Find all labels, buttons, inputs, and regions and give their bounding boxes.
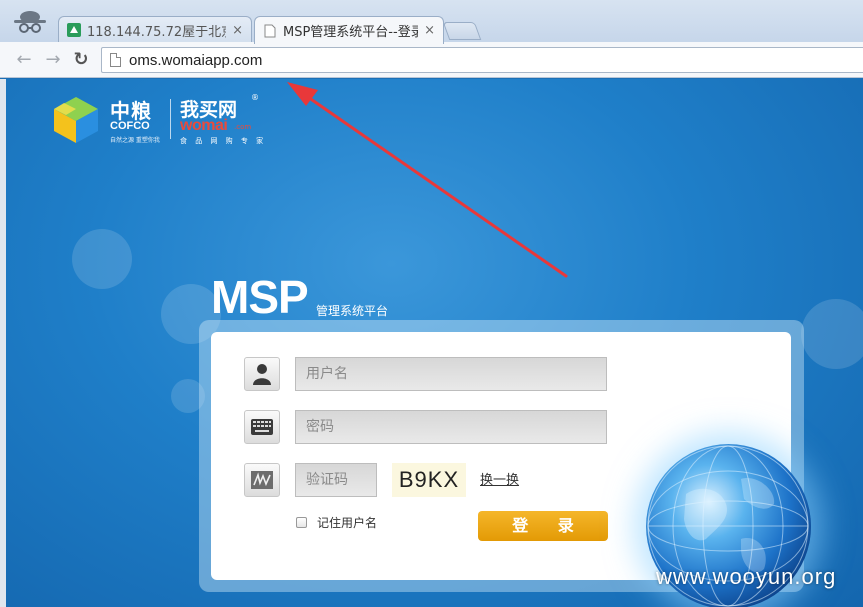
womai-english-name: womai (180, 117, 228, 134)
reload-icon[interactable]: ↻ (71, 50, 91, 70)
tab-strip: 118.144.75.72屋于北京市 × MSP管理系统平台--登录 × (0, 0, 863, 44)
decor-bubble (801, 299, 863, 369)
page-title: MSP (211, 271, 309, 323)
cofco-cube-icon (54, 97, 98, 143)
user-icon (244, 357, 280, 391)
captcha-image[interactable]: B9KX (392, 463, 466, 497)
site-favicon-icon (67, 23, 81, 37)
captcha-input[interactable] (295, 463, 377, 497)
registered-mark: ® (251, 93, 259, 102)
tab-close-icon[interactable]: × (232, 23, 243, 38)
username-input[interactable] (295, 357, 607, 391)
decor-bubble (72, 229, 132, 289)
womai-slogan: 食 品 网 购 专 家 (180, 137, 267, 145)
password-input[interactable] (295, 410, 607, 444)
tab-ip-lookup[interactable]: 118.144.75.72屋于北京市 × (58, 16, 252, 43)
keyboard-icon (244, 410, 280, 444)
tab-title: MSP管理系统平台--登录 (283, 25, 419, 40)
cofco-slogan: 自然之源 重塑你我 (110, 137, 160, 144)
remember-checkbox[interactable] (296, 517, 307, 528)
brand-logo: 中粮 COFCO 自然之源 重塑你我 我买网 ® womai .com 食 品 … (50, 93, 280, 148)
page-content: 中粮 COFCO 自然之源 重塑你我 我买网 ® womai .com 食 品 … (6, 79, 863, 607)
new-tab-button[interactable] (442, 22, 482, 40)
address-bar[interactable]: oms.womaiapp.com (101, 47, 863, 73)
page-subtitle: 管理系统平台 (316, 304, 389, 318)
forward-icon[interactable]: → (43, 50, 63, 70)
back-icon[interactable]: ← (14, 50, 34, 70)
logo-divider (170, 99, 171, 139)
browser-toolbar: ← → ↻ oms.womaiapp.com (0, 42, 863, 78)
refresh-captcha-link[interactable]: 换一换 (480, 469, 519, 488)
watermark: www.wooyun.org (656, 564, 837, 589)
page-favicon-icon (264, 24, 276, 37)
tab-title: 118.144.75.72屋于北京市 (87, 24, 226, 40)
login-button[interactable]: 登 录 (478, 511, 608, 541)
cofco-english-name: COFCO (110, 120, 150, 132)
captcha-icon (244, 463, 280, 497)
page-icon (110, 53, 121, 67)
remember-username[interactable]: 记住用户名 (296, 514, 377, 531)
womai-domain-suffix: .com (234, 123, 252, 131)
remember-label: 记住用户名 (317, 516, 378, 530)
tab-close-icon[interactable]: × (424, 23, 435, 38)
tab-msp-login[interactable]: MSP管理系统平台--登录 × (254, 16, 444, 44)
incognito-icon (14, 11, 46, 33)
address-bar-url[interactable]: oms.womaiapp.com (129, 52, 262, 69)
